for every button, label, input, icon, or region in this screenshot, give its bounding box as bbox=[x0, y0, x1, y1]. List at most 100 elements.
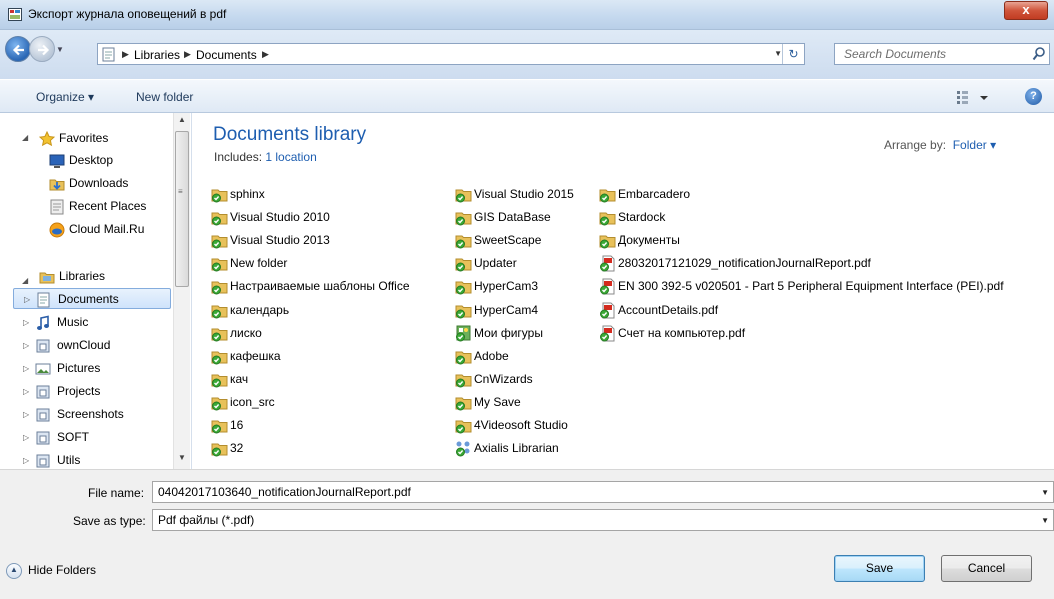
library-icon bbox=[36, 431, 50, 445]
folder-icon bbox=[455, 417, 472, 434]
folder-icon bbox=[455, 302, 472, 319]
pane-splitter[interactable] bbox=[191, 113, 192, 469]
folder-icon bbox=[455, 186, 472, 203]
file-item-label: Embarcadero bbox=[618, 187, 691, 201]
favorites-star-icon bbox=[39, 131, 55, 147]
folder-icon bbox=[211, 325, 228, 342]
nav-scrollbar[interactable]: ▲ ≡ ▼ bbox=[173, 113, 190, 469]
cancel-button[interactable]: Cancel bbox=[941, 555, 1032, 582]
file-item-label: Axialis Librarian bbox=[474, 441, 559, 456]
search-input[interactable] bbox=[844, 47, 1024, 61]
file-item-label: Stardock bbox=[618, 210, 666, 225]
nav-item-label: Desktop bbox=[69, 153, 114, 167]
nav-item-documents[interactable]: ▷ Documents bbox=[13, 288, 171, 309]
file-item-label: лиско bbox=[230, 325, 262, 340]
scroll-thumb[interactable] bbox=[175, 131, 189, 287]
nav-libraries-label: Libraries bbox=[59, 269, 106, 283]
file-item-label: 4Videosoft Studio bbox=[474, 418, 568, 432]
folder-icon bbox=[211, 255, 228, 272]
collapse-arrow-icon[interactable]: ◢ bbox=[22, 133, 28, 142]
expand-arrow-icon: ▷ bbox=[23, 456, 30, 465]
file-item-label: кафешка bbox=[230, 348, 281, 363]
back-arrow-icon bbox=[12, 44, 24, 56]
search-icon bbox=[1032, 47, 1045, 61]
nav-item-label: Projects bbox=[57, 384, 101, 398]
title-bar: Экспорт журнала оповещений в pdf x bbox=[0, 0, 1054, 30]
nav-item-label: SOFT bbox=[57, 430, 89, 444]
library-title: Documents library bbox=[213, 124, 367, 145]
folder-icon bbox=[455, 278, 472, 295]
folder-icon bbox=[455, 371, 472, 388]
save-type-label: Save as type: bbox=[73, 514, 146, 528]
view-options-button[interactable] bbox=[955, 89, 991, 105]
close-icon: x bbox=[1022, 2, 1030, 17]
breadcrumb-libraries[interactable]: Libraries bbox=[134, 48, 180, 62]
file-name-input[interactable]: 04042017103640_notificationJournalReport… bbox=[158, 485, 411, 499]
scroll-down-icon[interactable]: ▼ bbox=[178, 453, 186, 462]
chevron-down-icon[interactable]: ▼ bbox=[1041, 516, 1049, 525]
new-folder-button[interactable]: New folder bbox=[136, 90, 193, 104]
folder-icon bbox=[211, 278, 228, 295]
file-item-label: Мои фигуры bbox=[474, 325, 543, 340]
nav-item-label: Screenshots bbox=[57, 407, 124, 421]
folder-icon bbox=[211, 394, 228, 411]
app-icon bbox=[8, 8, 22, 21]
forward-button[interactable] bbox=[29, 36, 55, 62]
nav-item-label: ownCloud bbox=[57, 338, 111, 352]
forward-arrow-icon bbox=[38, 44, 50, 56]
file-name-label: File name: bbox=[88, 486, 145, 500]
folder-icon bbox=[599, 232, 616, 249]
help-button[interactable]: ? bbox=[1025, 88, 1042, 105]
folder-icon bbox=[211, 371, 228, 388]
file-item-label: Счет на компьютер.pdf bbox=[618, 325, 746, 340]
address-bar[interactable]: ▶ Libraries ▶ Documents ▶ ▼ ↻ bbox=[97, 43, 805, 65]
nav-item-label: Music bbox=[57, 315, 89, 329]
expand-arrow-icon: ▷ bbox=[23, 410, 30, 419]
scroll-up-icon[interactable]: ▲ bbox=[178, 115, 186, 124]
folder-icon bbox=[211, 186, 228, 203]
library-icon bbox=[36, 408, 50, 422]
library-icon bbox=[36, 385, 50, 399]
library-includes: Includes: 1 location bbox=[214, 150, 317, 164]
save-type-select[interactable]: Pdf файлы (*.pdf) ▼ bbox=[152, 509, 1054, 531]
music-library-icon bbox=[37, 315, 49, 330]
search-box[interactable] bbox=[834, 43, 1050, 65]
file-item-label: Adobe bbox=[474, 348, 509, 363]
library-icon bbox=[36, 454, 50, 468]
pdf-file-icon bbox=[599, 302, 616, 319]
file-item-label: Настраиваемые шаблоны Office bbox=[230, 279, 410, 294]
folder-icon bbox=[211, 209, 228, 226]
organize-button[interactable]: Organize ▾ bbox=[36, 90, 94, 104]
file-item-label: 28032017121029_notificationJournalReport… bbox=[618, 256, 871, 271]
file-item-label: AccountDetails.pdf bbox=[618, 302, 719, 317]
back-button[interactable] bbox=[5, 36, 31, 62]
hide-folders-label[interactable]: Hide Folders bbox=[28, 563, 96, 577]
folder-icon bbox=[211, 348, 228, 365]
chevron-down-icon[interactable]: ▼ bbox=[1041, 488, 1049, 497]
folder-icon bbox=[455, 348, 472, 365]
breadcrumb-documents[interactable]: Documents bbox=[196, 48, 257, 62]
file-item-label: CnWizards bbox=[474, 371, 533, 386]
library-icon bbox=[36, 339, 50, 353]
folder-icon bbox=[599, 209, 616, 226]
save-button[interactable]: Save bbox=[834, 555, 925, 582]
expand-arrow-icon: ▷ bbox=[23, 364, 30, 373]
breadcrumb-separator-icon: ▶ bbox=[184, 49, 191, 59]
close-button[interactable]: x bbox=[1004, 1, 1048, 20]
history-dropdown-icon[interactable]: ▼ bbox=[56, 45, 64, 54]
refresh-button[interactable]: ↻ bbox=[782, 44, 804, 64]
view-grid-icon bbox=[957, 91, 988, 104]
collapse-arrow-icon[interactable]: ◢ bbox=[22, 276, 28, 285]
hide-folders-button[interactable]: ▲ bbox=[6, 563, 22, 579]
nav-favorites-label: Favorites bbox=[59, 131, 109, 145]
folder-icon bbox=[211, 417, 228, 434]
address-dropdown-icon[interactable]: ▼ bbox=[774, 49, 782, 58]
file-name-combo[interactable]: 04042017103640_notificationJournalReport… bbox=[152, 481, 1054, 503]
arrange-by-dropdown[interactable]: Folder ▾ bbox=[953, 138, 996, 152]
nav-item-label: Utils bbox=[57, 453, 81, 467]
nav-item-label: Documents bbox=[58, 292, 119, 306]
file-item-label: HyperCam4 bbox=[474, 302, 539, 317]
includes-location-link[interactable]: 1 location bbox=[265, 150, 316, 164]
folder-icon bbox=[211, 302, 228, 319]
folder-icon bbox=[455, 209, 472, 226]
